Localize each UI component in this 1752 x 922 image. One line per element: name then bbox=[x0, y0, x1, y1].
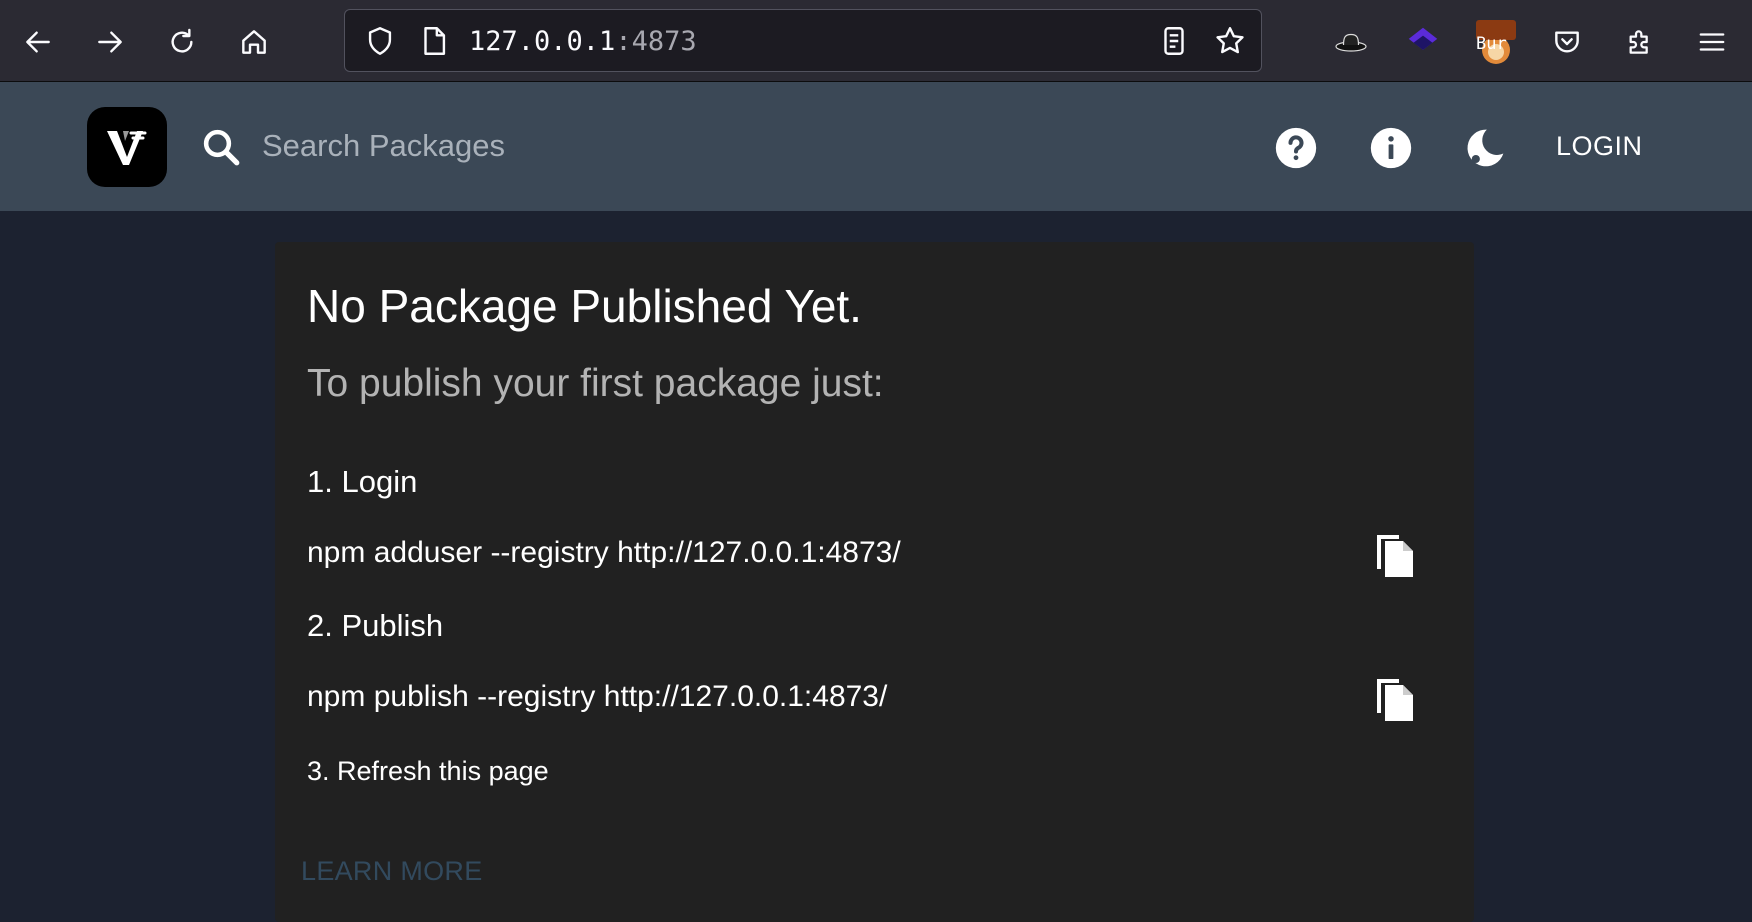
forward-button[interactable] bbox=[86, 18, 134, 66]
help-icon bbox=[1275, 127, 1317, 169]
copy-adduser-button[interactable] bbox=[1371, 528, 1419, 580]
search-icon bbox=[203, 129, 240, 166]
pocket-button[interactable] bbox=[1543, 18, 1591, 66]
pocket-icon bbox=[1555, 31, 1579, 53]
app-menu-button[interactable] bbox=[1688, 18, 1736, 66]
reload-icon bbox=[171, 28, 193, 53]
home-button[interactable] bbox=[230, 18, 278, 66]
copy-publish-button[interactable] bbox=[1371, 672, 1419, 724]
reload-button[interactable] bbox=[158, 18, 206, 66]
search-input[interactable] bbox=[262, 118, 962, 174]
learn-more-button[interactable]: LEARN MORE bbox=[301, 856, 483, 887]
verdaccio-logo-icon bbox=[107, 131, 147, 165]
theme-toggle-button[interactable] bbox=[1463, 126, 1507, 170]
info-icon bbox=[1370, 127, 1412, 169]
url-port: :4873 bbox=[615, 26, 697, 57]
layers-extension-icon[interactable] bbox=[1399, 18, 1447, 66]
url-text[interactable]: 127.0.0.1:4873 bbox=[469, 10, 697, 73]
verdaccio-logo[interactable] bbox=[87, 107, 167, 187]
back-button[interactable] bbox=[14, 18, 62, 66]
bookmark-star-icon[interactable] bbox=[1213, 24, 1247, 58]
reader-view-icon[interactable] bbox=[1157, 24, 1191, 58]
adduser-command: npm adduser --registry http://127.0.0.1:… bbox=[307, 536, 901, 569]
burp-extension-icon[interactable]: Bur bbox=[1472, 18, 1520, 66]
extension-badge: Bur bbox=[1476, 34, 1507, 54]
copy-icon bbox=[1377, 679, 1413, 721]
home-icon bbox=[242, 30, 266, 54]
hamburger-menu-icon bbox=[1699, 33, 1725, 51]
copy-icon bbox=[1377, 535, 1413, 577]
extensions-button[interactable] bbox=[1616, 18, 1664, 66]
arrow-right-icon bbox=[98, 31, 122, 53]
browser-toolbar: 127.0.0.1:4873 Bur bbox=[0, 0, 1752, 82]
page-title: No Package Published Yet. bbox=[307, 280, 862, 332]
page-subtitle: To publish your first package just: bbox=[307, 362, 884, 405]
dark-mode-icon bbox=[1467, 129, 1504, 167]
puzzle-icon bbox=[1629, 30, 1648, 54]
url-bar[interactable]: 127.0.0.1:4873 bbox=[344, 9, 1262, 72]
step-publish-label: 2. Publish bbox=[307, 608, 444, 643]
publish-command: npm publish --registry http://127.0.0.1:… bbox=[307, 680, 888, 713]
step-refresh-label: 3. Refresh this page bbox=[307, 756, 549, 786]
shield-icon[interactable] bbox=[363, 24, 397, 58]
info-button[interactable] bbox=[1369, 126, 1413, 170]
login-button[interactable]: LOGIN bbox=[1540, 120, 1659, 172]
hat-extension-icon[interactable] bbox=[1327, 18, 1375, 66]
url-host: 127.0.0.1 bbox=[469, 26, 616, 57]
help-card: No Package Published Yet. To publish you… bbox=[275, 242, 1474, 922]
step-login-label: 1. Login bbox=[307, 464, 418, 499]
arrow-left-icon bbox=[26, 31, 50, 53]
app-header: LOGIN bbox=[0, 82, 1752, 211]
page-icon[interactable] bbox=[417, 24, 451, 58]
help-button[interactable] bbox=[1274, 126, 1318, 170]
